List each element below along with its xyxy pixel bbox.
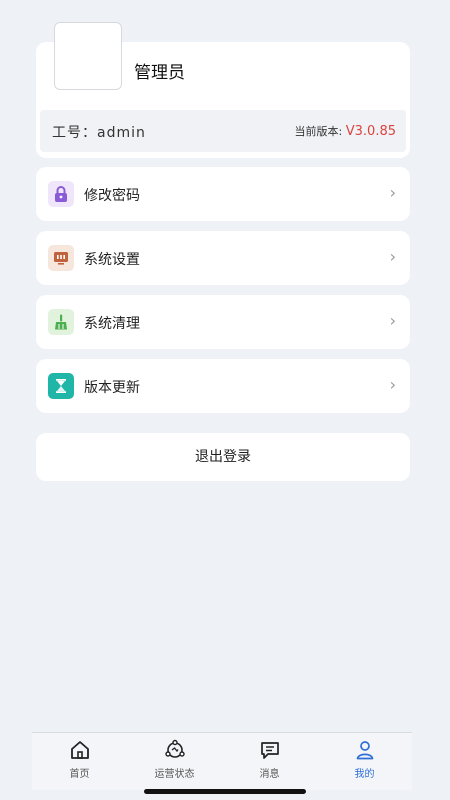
chevron-right-icon: › bbox=[389, 311, 396, 330]
chevron-right-icon: › bbox=[389, 183, 396, 202]
broom-icon bbox=[48, 309, 74, 335]
chevron-right-icon: › bbox=[389, 247, 396, 266]
app-version: 当前版本: V3.0.85 bbox=[295, 123, 396, 139]
chevron-right-icon: › bbox=[389, 375, 396, 394]
menu-item-change-password[interactable]: 修改密码 › bbox=[36, 167, 410, 221]
tab-label: 我的 bbox=[354, 769, 375, 780]
tab-messages[interactable]: 消息 bbox=[222, 733, 317, 790]
profile-card: 管理员 工号：admin 当前版本: V3.0.85 bbox=[36, 22, 410, 158]
hourglass-icon bbox=[48, 373, 74, 399]
profile-info-bar: 工号：admin 当前版本: V3.0.85 bbox=[40, 110, 406, 152]
settings-panel-icon bbox=[48, 245, 74, 271]
menu-item-version-update[interactable]: 版本更新 › bbox=[36, 359, 410, 413]
menu-item-system-cleanup[interactable]: 系统清理 › bbox=[36, 295, 410, 349]
menu-label: 系统清理 bbox=[84, 316, 140, 332]
home-icon bbox=[70, 741, 89, 759]
network-status-icon bbox=[164, 739, 185, 758]
tab-operation-status[interactable]: 运营状态 bbox=[127, 733, 222, 790]
username: 管理员 bbox=[134, 63, 185, 83]
menu-label: 系统设置 bbox=[84, 252, 140, 268]
menu-label: 版本更新 bbox=[84, 380, 140, 396]
version-label: 当前版本: bbox=[294, 125, 343, 138]
home-indicator bbox=[144, 789, 306, 794]
menu-item-system-settings[interactable]: 系统设置 › bbox=[36, 231, 410, 285]
tab-home[interactable]: 首页 bbox=[32, 733, 127, 790]
message-icon bbox=[260, 742, 279, 759]
version-value: V3.0.85 bbox=[345, 124, 396, 139]
user-icon bbox=[356, 741, 373, 760]
tab-label: 运营状态 bbox=[154, 769, 195, 780]
employee-id: 工号：admin bbox=[52, 125, 146, 141]
bottom-tab-bar: 首页 运营状态 消息 我的 bbox=[32, 732, 412, 790]
tab-label: 消息 bbox=[259, 769, 280, 780]
logout-button[interactable]: 退出登录 bbox=[36, 433, 410, 481]
lock-icon bbox=[48, 181, 74, 207]
tab-label: 首页 bbox=[69, 769, 90, 780]
avatar[interactable] bbox=[54, 22, 122, 90]
menu-label: 修改密码 bbox=[84, 188, 140, 204]
tab-mine[interactable]: 我的 bbox=[317, 733, 412, 790]
